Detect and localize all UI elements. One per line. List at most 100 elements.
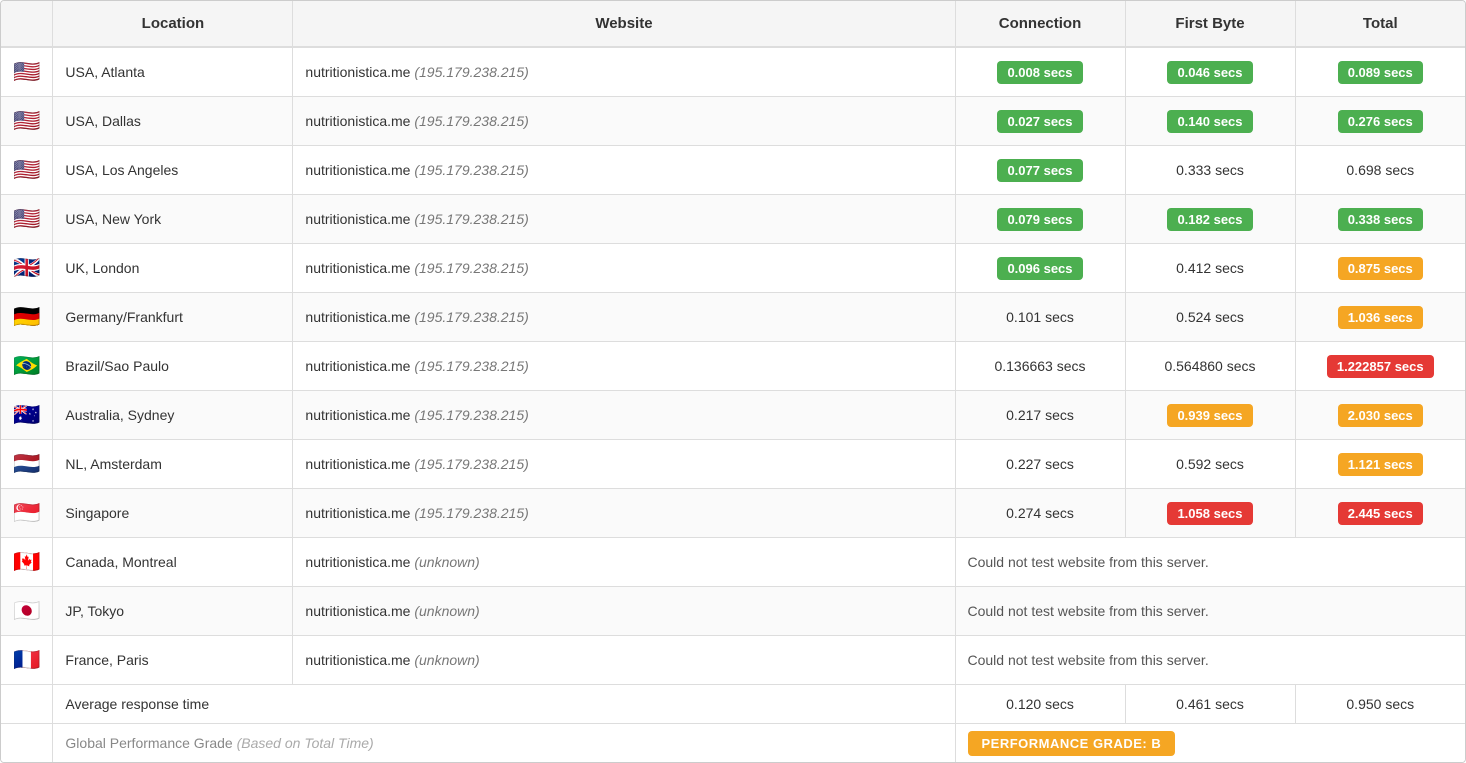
- error-cell: Could not test website from this server.: [955, 538, 1465, 587]
- avg-connection: 0.120 secs: [955, 685, 1125, 724]
- location-cell: UK, London: [53, 244, 293, 293]
- table-row: 🇳🇱NL, Amsterdamnutritionistica.me (195.1…: [1, 440, 1465, 489]
- location-cell: Singapore: [53, 489, 293, 538]
- website-cell: nutritionistica.me (unknown): [293, 538, 955, 587]
- connection-cell: 0.274 secs: [955, 489, 1125, 538]
- avg-total: 0.950 secs: [1295, 685, 1465, 724]
- connection-cell: 0.227 secs: [955, 440, 1125, 489]
- location-cell: JP, Tokyo: [53, 587, 293, 636]
- performance-table: Location Website Connection First Byte T…: [0, 0, 1466, 763]
- grade-badge-cell: PERFORMANCE GRADE: B: [955, 724, 1465, 763]
- location-cell: USA, New York: [53, 195, 293, 244]
- error-cell: Could not test website from this server.: [955, 636, 1465, 685]
- performance-grade-badge: PERFORMANCE GRADE: B: [968, 731, 1176, 756]
- website-cell: nutritionistica.me (195.179.238.215): [293, 146, 955, 195]
- flag-cell: 🇺🇸: [1, 97, 53, 146]
- website-cell: nutritionistica.me (195.179.238.215): [293, 47, 955, 97]
- first-byte-cell: 1.058 secs: [1125, 489, 1295, 538]
- connection-cell: 0.027 secs: [955, 97, 1125, 146]
- location-cell: France, Paris: [53, 636, 293, 685]
- col-header-connection: Connection: [955, 1, 1125, 47]
- table-row: 🇺🇸USA, New Yorknutritionistica.me (195.1…: [1, 195, 1465, 244]
- flag-cell: 🇺🇸: [1, 146, 53, 195]
- location-cell: Brazil/Sao Paulo: [53, 342, 293, 391]
- flag-cell: 🇸🇬: [1, 489, 53, 538]
- website-cell: nutritionistica.me (195.179.238.215): [293, 244, 955, 293]
- connection-cell: 0.008 secs: [955, 47, 1125, 97]
- total-cell: 0.089 secs: [1295, 47, 1465, 97]
- flag-cell: 🇦🇺: [1, 391, 53, 440]
- grade-flag: [1, 724, 53, 763]
- table-row: 🇨🇦Canada, Montrealnutritionistica.me (un…: [1, 538, 1465, 587]
- connection-cell: 0.136663 secs: [955, 342, 1125, 391]
- location-cell: USA, Dallas: [53, 97, 293, 146]
- total-cell: 0.875 secs: [1295, 244, 1465, 293]
- col-header-first-byte: First Byte: [1125, 1, 1295, 47]
- connection-cell: 0.079 secs: [955, 195, 1125, 244]
- website-cell: nutritionistica.me (195.179.238.215): [293, 293, 955, 342]
- table-row: 🇺🇸USA, Los Angelesnutritionistica.me (19…: [1, 146, 1465, 195]
- website-cell: nutritionistica.me (195.179.238.215): [293, 195, 955, 244]
- flag-cell: 🇨🇦: [1, 538, 53, 587]
- col-header-flag: [1, 1, 53, 47]
- first-byte-cell: 0.524 secs: [1125, 293, 1295, 342]
- connection-cell: 0.217 secs: [955, 391, 1125, 440]
- website-cell: nutritionistica.me (195.179.238.215): [293, 489, 955, 538]
- first-byte-cell: 0.046 secs: [1125, 47, 1295, 97]
- table-row: 🇫🇷France, Parisnutritionistica.me (unkno…: [1, 636, 1465, 685]
- total-cell: 2.030 secs: [1295, 391, 1465, 440]
- grade-label: Global Performance Grade (Based on Total…: [53, 724, 955, 763]
- table-row: 🇺🇸USA, Atlantanutritionistica.me (195.17…: [1, 47, 1465, 97]
- table-row: 🇩🇪Germany/Frankfurtnutritionistica.me (1…: [1, 293, 1465, 342]
- first-byte-cell: 0.592 secs: [1125, 440, 1295, 489]
- location-cell: USA, Atlanta: [53, 47, 293, 97]
- col-header-website: Website: [293, 1, 955, 47]
- flag-cell: 🇬🇧: [1, 244, 53, 293]
- first-byte-cell: 0.182 secs: [1125, 195, 1295, 244]
- website-cell: nutritionistica.me (195.179.238.215): [293, 97, 955, 146]
- avg-label: Average response time: [53, 685, 955, 724]
- website-cell: nutritionistica.me (unknown): [293, 587, 955, 636]
- flag-cell: 🇫🇷: [1, 636, 53, 685]
- total-cell: 0.338 secs: [1295, 195, 1465, 244]
- avg-first-byte: 0.461 secs: [1125, 685, 1295, 724]
- table-row: 🇦🇺Australia, Sydneynutritionistica.me (1…: [1, 391, 1465, 440]
- error-cell: Could not test website from this server.: [955, 587, 1465, 636]
- table-row: 🇺🇸USA, Dallasnutritionistica.me (195.179…: [1, 97, 1465, 146]
- first-byte-cell: 0.333 secs: [1125, 146, 1295, 195]
- website-cell: nutritionistica.me (unknown): [293, 636, 955, 685]
- location-cell: Germany/Frankfurt: [53, 293, 293, 342]
- location-cell: NL, Amsterdam: [53, 440, 293, 489]
- website-cell: nutritionistica.me (195.179.238.215): [293, 391, 955, 440]
- table-row: 🇧🇷Brazil/Sao Paulonutritionistica.me (19…: [1, 342, 1465, 391]
- total-cell: 1.036 secs: [1295, 293, 1465, 342]
- website-cell: nutritionistica.me (195.179.238.215): [293, 342, 955, 391]
- location-cell: Canada, Montreal: [53, 538, 293, 587]
- location-cell: USA, Los Angeles: [53, 146, 293, 195]
- grade-row: Global Performance Grade (Based on Total…: [1, 724, 1465, 763]
- website-cell: nutritionistica.me (195.179.238.215): [293, 440, 955, 489]
- table-row: 🇬🇧UK, Londonnutritionistica.me (195.179.…: [1, 244, 1465, 293]
- total-cell: 1.121 secs: [1295, 440, 1465, 489]
- connection-cell: 0.096 secs: [955, 244, 1125, 293]
- flag-cell: 🇳🇱: [1, 440, 53, 489]
- average-row: Average response time 0.120 secs 0.461 s…: [1, 685, 1465, 724]
- first-byte-cell: 0.564860 secs: [1125, 342, 1295, 391]
- flag-cell: 🇺🇸: [1, 47, 53, 97]
- first-byte-cell: 0.939 secs: [1125, 391, 1295, 440]
- total-cell: 1.222857 secs: [1295, 342, 1465, 391]
- connection-cell: 0.077 secs: [955, 146, 1125, 195]
- table-row: 🇸🇬Singaporenutritionistica.me (195.179.2…: [1, 489, 1465, 538]
- table-row: 🇯🇵JP, Tokyonutritionistica.me (unknown)C…: [1, 587, 1465, 636]
- col-header-total: Total: [1295, 1, 1465, 47]
- first-byte-cell: 0.412 secs: [1125, 244, 1295, 293]
- location-cell: Australia, Sydney: [53, 391, 293, 440]
- total-cell: 0.276 secs: [1295, 97, 1465, 146]
- connection-cell: 0.101 secs: [955, 293, 1125, 342]
- avg-flag: [1, 685, 53, 724]
- total-cell: 0.698 secs: [1295, 146, 1465, 195]
- first-byte-cell: 0.140 secs: [1125, 97, 1295, 146]
- flag-cell: 🇧🇷: [1, 342, 53, 391]
- flag-cell: 🇺🇸: [1, 195, 53, 244]
- flag-cell: 🇯🇵: [1, 587, 53, 636]
